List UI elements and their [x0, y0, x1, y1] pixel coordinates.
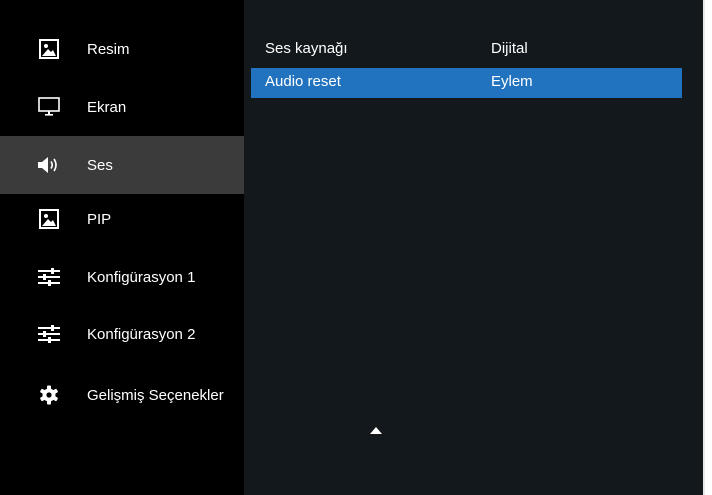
sidebar-item-resim[interactable]: Resim — [0, 20, 244, 78]
picture-icon — [37, 207, 61, 231]
setting-value: Eylem — [491, 73, 533, 90]
sidebar-item-pip[interactable]: PIP — [0, 190, 244, 248]
sidebar-item-label: Ses — [87, 156, 113, 174]
setting-value: Dijital — [491, 40, 528, 57]
sliders-icon — [37, 265, 61, 289]
sidebar-item-label: Gelişmiş Seçenekler — [87, 386, 224, 404]
sidebar: Resim Ekran Ses PIP Konfigürasyon 1 Konf… — [0, 0, 244, 495]
sidebar-item-konfigurasyon-2[interactable]: Konfigürasyon 2 — [0, 305, 244, 363]
monitor-icon — [37, 95, 61, 119]
sidebar-item-ses[interactable]: Ses — [0, 136, 244, 194]
speaker-icon — [37, 153, 61, 177]
osd-menu: Resim Ekran Ses PIP Konfigürasyon 1 Konf… — [0, 0, 703, 495]
sidebar-item-label: Konfigürasyon 2 — [87, 325, 196, 343]
sidebar-item-gelismis-secenekler[interactable]: Gelişmiş Seçenekler — [0, 366, 244, 424]
sidebar-item-label: PIP — [87, 210, 112, 228]
gear-icon — [37, 383, 61, 407]
sidebar-item-konfigurasyon-1[interactable]: Konfigürasyon 1 — [0, 248, 244, 306]
sliders-icon — [37, 322, 61, 346]
setting-row-ses-kaynagi[interactable]: Ses kaynağı Dijital — [251, 34, 682, 64]
sidebar-item-label: Konfigürasyon 1 — [87, 268, 196, 286]
picture-icon — [37, 37, 61, 61]
sidebar-item-ekran[interactable]: Ekran — [0, 78, 244, 136]
setting-label: Ses kaynağı — [265, 40, 348, 57]
sidebar-item-label: Resim — [87, 40, 130, 58]
setting-label: Audio reset — [265, 73, 341, 90]
divider — [703, 0, 705, 495]
triangle-up-icon[interactable] — [368, 422, 384, 434]
submenu-panel: Ses kaynağı Dijital Audio reset Eylem — [244, 0, 703, 495]
setting-row-audio-reset[interactable]: Audio reset Eylem — [251, 68, 682, 98]
sidebar-item-label: Ekran — [87, 98, 127, 116]
